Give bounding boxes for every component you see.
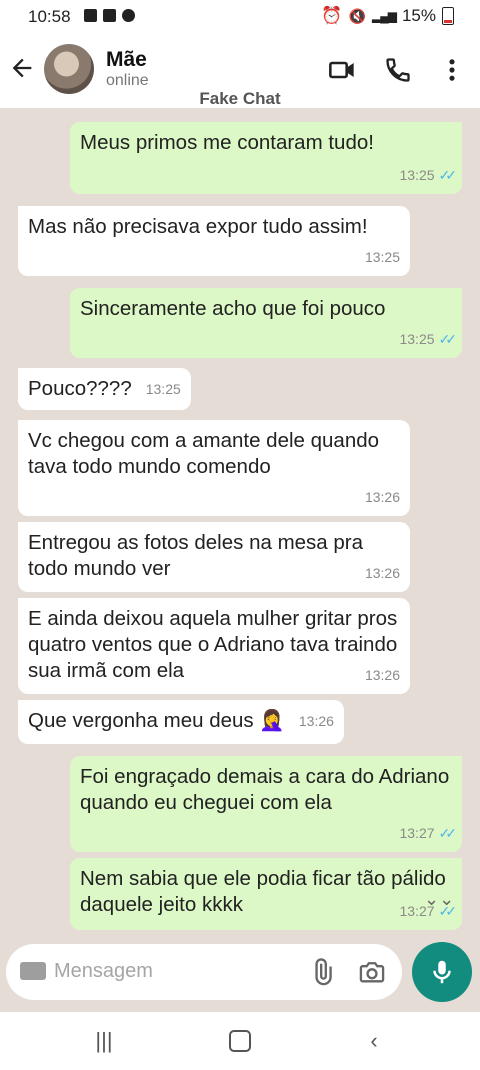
message-incoming[interactable]: Entregou as fotos deles na mesa pra todo… [18,522,410,592]
message-text: Vc chegou com a amante dele quando tava … [28,429,380,478]
mute-icon: 🔇 [348,7,366,24]
message-time: 13:26 [364,565,400,581]
video-notification-icon [84,9,97,22]
battery-icon [442,7,454,25]
read-receipt-icon: ✓✓ [438,825,458,841]
fake-chat-label: Fake Chat [199,89,281,108]
message-text: Meus primos me contaram tudo! [80,131,374,154]
message-outgoing[interactable]: Sinceramente acho que foi pouco 13:25 ✓✓ [70,288,462,358]
message-time: 13:25 [364,249,400,265]
message-time: 13:27 [399,825,435,841]
alarm-icon: ⏰ [321,6,343,25]
message-text: Foi engraçado demais a cara do Adriano q… [80,765,450,814]
status-time: 10:58 [28,7,71,26]
status-bar: 10:58 ⏰ 🔇 ▂▄▆ 15% [0,0,480,34]
message-incoming[interactable]: Pouco???? 13:25 [18,368,191,410]
scroll-to-bottom-icon[interactable]: ⌄⌄ [424,884,454,914]
video-call-icon[interactable] [328,56,356,84]
camera-icon[interactable] [358,958,386,986]
do-not-disturb-icon [122,9,135,22]
message-time: 13:26 [364,489,400,505]
attach-icon[interactable] [308,958,336,986]
home-icon[interactable] [226,1028,254,1054]
message-time: 13:25 [399,167,435,183]
back-nav-icon[interactable]: ‹ [360,1028,388,1054]
more-options-icon[interactable] [438,56,466,84]
message-time: 13:25 [399,331,435,347]
message-text: Sinceramente acho que foi pouco [80,297,386,320]
message-text: Que vergonha meu deus 🤦‍♀️ [28,709,285,732]
contact-status: online [106,72,149,89]
contact-name[interactable]: Mãe [106,48,147,72]
battery-percent: 15% [401,6,436,25]
voice-call-icon[interactable] [384,56,412,84]
message-incoming[interactable]: Mas não precisava expor tudo assim! 13:2… [18,206,410,276]
system-navigation-bar: ||| ‹ [0,1012,480,1070]
message-time: 13:26 [298,713,334,729]
recent-apps-icon[interactable]: ||| [90,1028,118,1054]
message-text: Pouco???? [28,377,132,400]
avatar[interactable] [44,44,94,94]
mic-button[interactable] [412,942,472,1002]
message-text: E ainda deixou aquela mulher gritar pros… [28,607,398,682]
message-text: Nem sabia que ele podia ficar tão pálido… [80,867,446,916]
message-input[interactable]: Mensagem [54,960,153,983]
message-outgoing[interactable]: Meus primos me contaram tudo! 13:25 ✓✓ [70,122,462,194]
mic-icon [433,960,451,984]
message-time: 13:25 [145,381,181,397]
sim-icon [103,9,116,22]
message-outgoing[interactable]: Nem sabia que ele podia ficar tão pálido… [70,858,462,930]
keyboard-icon[interactable] [20,962,46,980]
signal-icon: ▂▄▆ [372,9,397,23]
read-receipt-icon: ✓✓ [438,167,458,183]
notification-icons [80,9,135,22]
message-list[interactable]: Meus primos me contaram tudo! 13:25 ✓✓ Ma… [0,108,480,936]
message-composer[interactable]: Mensagem [6,944,402,1000]
message-incoming[interactable]: Vc chegou com a amante dele quando tava … [18,420,410,516]
message-text: Mas não precisava expor tudo assim! [28,215,368,238]
message-text: Entregou as fotos deles na mesa pra todo… [28,531,364,580]
read-receipt-icon: ✓✓ [438,331,458,347]
message-incoming[interactable]: Que vergonha meu deus 🤦‍♀️ 13:26 [18,700,344,744]
back-arrow-icon[interactable] [8,54,36,82]
message-incoming[interactable]: E ainda deixou aquela mulher gritar pros… [18,598,410,694]
message-outgoing[interactable]: Foi engraçado demais a cara do Adriano q… [70,756,462,852]
message-time: 13:26 [364,667,400,683]
